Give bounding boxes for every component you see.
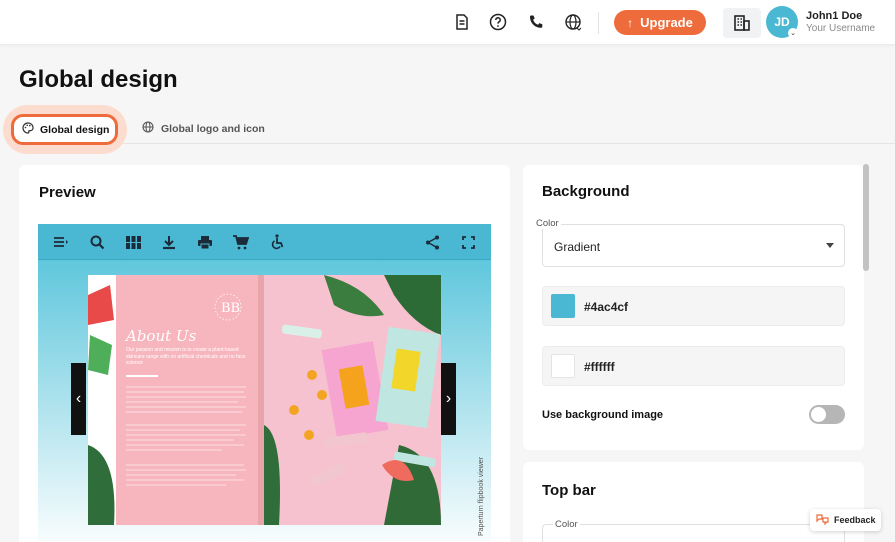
download-icon[interactable]: [160, 233, 178, 251]
select-value: Gradient: [554, 240, 601, 254]
background-card: Background Gradient Color #4ac4cf #fffff…: [523, 165, 864, 450]
palette-icon: [22, 122, 34, 137]
chevron-left-icon: ‹: [75, 390, 82, 407]
globe-icon: [142, 121, 154, 136]
chevron-down-icon[interactable]: ⌄: [788, 28, 798, 38]
background-title: Background: [542, 183, 630, 200]
tab-label: Global design: [40, 123, 110, 136]
accessibility-icon[interactable]: [267, 233, 285, 251]
toggle-knob: [811, 407, 826, 422]
top-bar-color-label: Color: [553, 519, 580, 530]
cart-icon[interactable]: [231, 233, 249, 251]
fullscreen-icon[interactable]: [459, 233, 477, 251]
flipbook-right-page: [264, 275, 441, 525]
tabs-divider: [16, 143, 895, 144]
use-background-image-label: Use background image: [542, 409, 664, 421]
scrollbar-thumb[interactable]: [863, 164, 869, 271]
color-select-label: Color: [534, 218, 561, 229]
next-page-button[interactable]: ›: [441, 363, 456, 435]
upgrade-button[interactable]: ↑ Upgrade: [614, 10, 706, 35]
arrow-up-icon: ↑: [627, 15, 634, 30]
chevron-right-icon: ›: [445, 390, 452, 407]
language-globe-icon[interactable]: [563, 12, 583, 32]
phone-icon[interactable]: [526, 12, 546, 32]
top-bar-title: Top bar: [542, 482, 596, 499]
feedback-icon: [816, 513, 829, 527]
tab-global-logo-and-icon[interactable]: Global logo and icon: [142, 121, 265, 136]
use-background-image-toggle[interactable]: [809, 405, 845, 424]
tab-label: Global logo and icon: [161, 122, 265, 135]
search-icon[interactable]: [88, 233, 106, 251]
preview-card: Preview BB About Us Our passion and miss…: [19, 165, 510, 542]
color-field-2[interactable]: #ffffff: [542, 346, 845, 386]
menu-icon[interactable]: [52, 233, 70, 251]
help-icon[interactable]: [488, 12, 508, 32]
flipbook-viewer: BB About Us Our passion and mission is t…: [38, 224, 491, 542]
user-name: John1 Doe: [806, 10, 863, 22]
viewer-credit: Paperturn flipbook viewer: [478, 457, 485, 536]
color-swatch-1[interactable]: [551, 294, 575, 318]
tab-global-design[interactable]: Global design: [11, 114, 118, 145]
color-value-1: #4ac4cf: [584, 300, 629, 314]
viewer-toolbar: [38, 224, 491, 260]
color-value-2: #ffffff: [584, 360, 615, 374]
top-bar-color-select[interactable]: [542, 524, 845, 542]
color-field-1[interactable]: #4ac4cf: [542, 286, 845, 326]
background-color-select[interactable]: Gradient: [542, 224, 845, 267]
flipbook-left-page: BB About Us Our passion and mission is t…: [88, 275, 264, 525]
user-subtitle: Your Username: [806, 23, 876, 34]
caret-down-icon: [826, 243, 834, 248]
previous-page-button[interactable]: ‹: [71, 363, 86, 435]
share-icon[interactable]: [423, 233, 441, 251]
grid-icon[interactable]: [124, 233, 142, 251]
flipbook-spread[interactable]: BB About Us Our passion and mission is t…: [88, 275, 441, 525]
feedback-button[interactable]: Feedback: [810, 509, 881, 531]
header-divider: [598, 12, 599, 34]
page-title: Global design: [19, 66, 178, 93]
feedback-label: Feedback: [834, 515, 876, 525]
document-icon[interactable]: [452, 12, 472, 32]
print-icon[interactable]: [196, 233, 214, 251]
avatar-initials: JD: [774, 15, 790, 29]
top-header: ↑ Upgrade JD ⌄ John1 Doe Your Username: [0, 0, 895, 45]
color-swatch-2[interactable]: [551, 354, 575, 378]
upgrade-label: Upgrade: [640, 15, 693, 30]
organization-icon[interactable]: [723, 8, 761, 38]
preview-title: Preview: [39, 184, 96, 201]
